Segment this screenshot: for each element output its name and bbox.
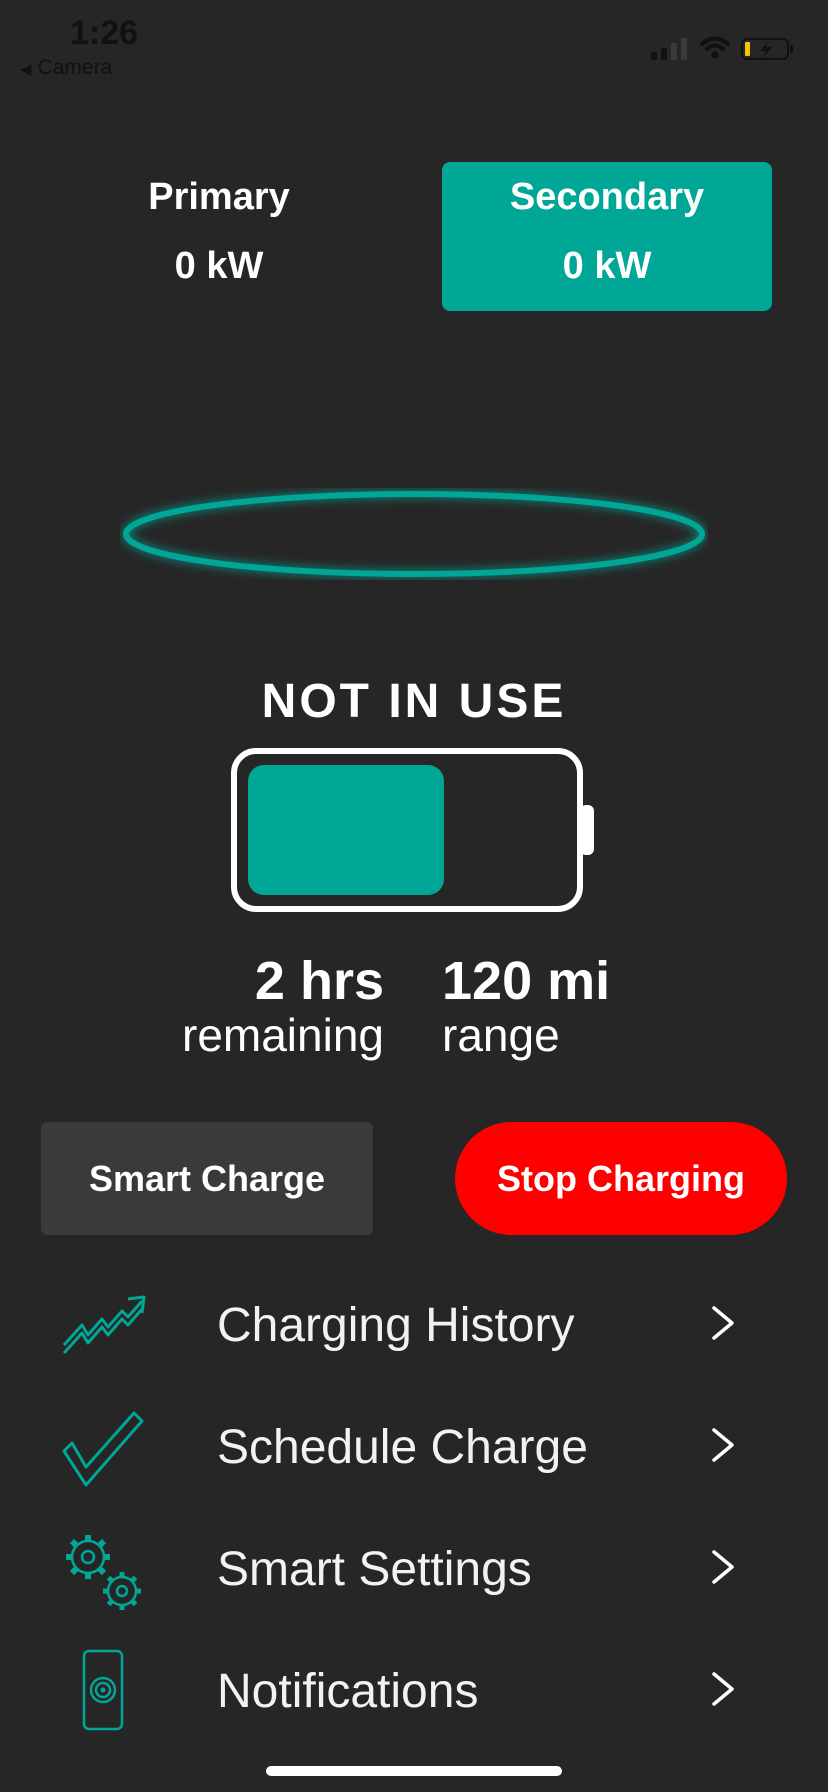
menu-item-notifications[interactable]: Notifications bbox=[0, 1634, 828, 1744]
time-remaining-value: 2 hrs bbox=[254, 951, 384, 1011]
time-remaining-stat: 2 hrs remaining bbox=[182, 951, 384, 1062]
checkmark-icon bbox=[62, 1411, 144, 1487]
smart-charge-button[interactable]: Smart Charge bbox=[41, 1122, 373, 1235]
range-value: 120 mi bbox=[442, 951, 611, 1011]
secondary-source-name: Secondary bbox=[509, 176, 705, 218]
menu-label-notifications: Notifications bbox=[217, 1665, 479, 1718]
secondary-source-tab[interactable]: Secondary 0 kW bbox=[442, 162, 772, 311]
menu-label-smart-settings: Smart Settings bbox=[217, 1543, 532, 1596]
wifi-icon bbox=[700, 36, 730, 59]
menu-label-schedule-charge: Schedule Charge bbox=[217, 1421, 588, 1474]
chevron-right-icon bbox=[712, 1428, 734, 1462]
battery-level-icon bbox=[231, 748, 594, 912]
trend-up-icon bbox=[62, 1295, 146, 1355]
charging-status-label: NOT IN USE bbox=[261, 675, 567, 728]
back-arrow-icon: ◀ bbox=[20, 61, 32, 78]
phone-signal-icon bbox=[82, 1649, 124, 1731]
chevron-right-icon bbox=[712, 1306, 734, 1340]
primary-source-tab[interactable]: Primary 0 kW bbox=[54, 162, 384, 311]
chevron-right-icon bbox=[712, 1550, 734, 1584]
chevron-right-icon bbox=[712, 1672, 734, 1706]
range-stat: 120 mi range bbox=[442, 951, 611, 1062]
back-to-camera-link[interactable]: ◀ Camera bbox=[20, 56, 112, 80]
home-indicator[interactable] bbox=[266, 1766, 562, 1776]
menu-item-smart-settings[interactable]: Smart Settings bbox=[0, 1512, 828, 1622]
gears-icon bbox=[66, 1535, 141, 1610]
menu-item-schedule-charge[interactable]: Schedule Charge bbox=[0, 1390, 828, 1500]
stop-charging-button[interactable]: Stop Charging bbox=[455, 1122, 787, 1235]
status-time: 1:26 bbox=[70, 14, 139, 52]
back-label: Camera bbox=[37, 56, 113, 79]
battery-status-icon bbox=[741, 38, 793, 60]
primary-source-name: Primary bbox=[148, 176, 290, 218]
secondary-source-power: 0 kW bbox=[562, 245, 652, 287]
battery-fill bbox=[248, 765, 444, 895]
charger-ring-indicator bbox=[123, 491, 705, 577]
menu-label-charging-history: Charging History bbox=[217, 1299, 575, 1352]
primary-source-power: 0 kW bbox=[174, 245, 264, 287]
cellular-signal-icon bbox=[651, 38, 687, 60]
time-remaining-label: remaining bbox=[182, 1009, 384, 1062]
range-label: range bbox=[442, 1009, 560, 1062]
menu-item-charging-history[interactable]: Charging History bbox=[0, 1268, 828, 1378]
